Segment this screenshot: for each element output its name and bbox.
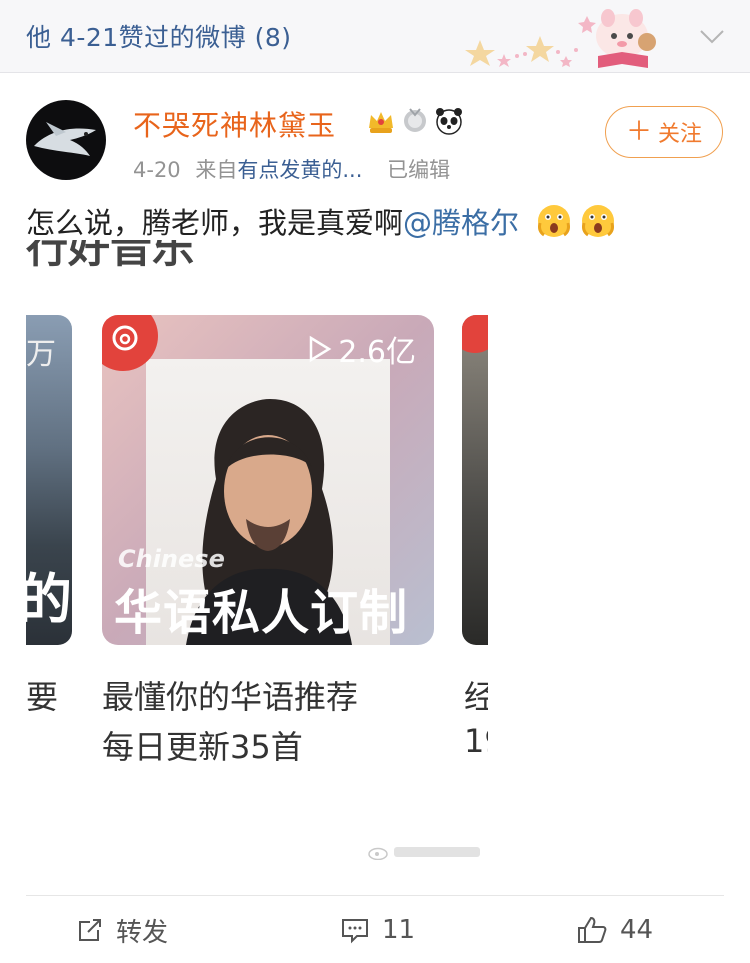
main-card-caption-line1: 最懂你的华语推荐 xyxy=(102,678,359,716)
shocked-emoji-icon xyxy=(582,205,615,237)
post-text: 怎么说，腾老师，我是真爱啊@腾格尔 xyxy=(26,200,616,242)
divider xyxy=(26,895,724,896)
watermark-blur xyxy=(394,847,480,857)
right-card-caption-line2: 19 xyxy=(464,722,488,760)
panda-badge-icon[interactable] xyxy=(434,106,464,136)
source-prefix: 来自 xyxy=(195,158,238,182)
left-card-title: 的 xyxy=(26,568,72,631)
top-bar: 他 4-21赞过的微博 (8) xyxy=(0,0,750,73)
avatar[interactable] xyxy=(26,100,106,180)
comment-icon xyxy=(342,919,368,944)
page-title[interactable]: 他 4-21赞过的微博 (8) xyxy=(26,18,292,54)
plus-icon: ＋ xyxy=(625,117,652,147)
play-icon xyxy=(310,335,332,363)
comment-count: 11 xyxy=(382,915,416,945)
playlist-card-left: 万 的 xyxy=(26,315,72,645)
thumbs-up-icon xyxy=(578,916,607,943)
like-count: 44 xyxy=(620,915,654,945)
mention-link[interactable]: @腾格尔 xyxy=(403,206,519,240)
cut-off-heading: 行好音乐 xyxy=(26,240,195,272)
chevron-down-icon[interactable] xyxy=(698,22,726,50)
cartoon-decoration-icon xyxy=(465,9,656,68)
left-card-caption: 要 xyxy=(26,678,59,716)
playlist-card-main: 2.6亿 Chinese 华语私人订制 xyxy=(102,315,434,645)
medal-badge-icon[interactable] xyxy=(400,106,430,136)
netease-music-logo-icon xyxy=(462,315,488,353)
weibo-logo-icon xyxy=(368,847,388,860)
repost-icon xyxy=(79,919,101,941)
like-button[interactable]: 44 xyxy=(576,905,653,955)
main-card-caption-line2: 每日更新35首 xyxy=(102,728,303,766)
follow-label: 关注 xyxy=(658,122,703,147)
card-english-label: Chinese xyxy=(118,545,225,573)
post-time: 4-20 xyxy=(133,158,181,182)
fish-avatar-icon xyxy=(34,122,96,156)
play-count: 2.6亿 xyxy=(308,327,416,371)
play-count-left: 万 xyxy=(26,337,56,372)
playlist-card-right xyxy=(462,315,488,645)
follow-button[interactable]: ＋ 关注 xyxy=(605,106,723,158)
crown-badge-icon[interactable] xyxy=(366,106,396,136)
user-badges xyxy=(366,104,464,138)
right-card-caption-line1: 经 xyxy=(464,678,488,716)
shocked-emoji-icon xyxy=(538,205,571,237)
source-link[interactable]: 有点发黄的... xyxy=(237,158,362,182)
post-meta: 4-20 来自有点发黄的... 已编辑 xyxy=(133,154,458,184)
comment-button[interactable]: 11 xyxy=(340,905,415,955)
edited-label[interactable]: 已编辑 xyxy=(387,158,450,182)
action-bar: 转发 11 44 xyxy=(0,905,750,955)
post-image[interactable]: 行好音乐 万 的 要 2.6亿 Chinese 华语私人订制 最懂你的华语推荐 … xyxy=(26,240,488,872)
author-name[interactable]: 不哭死神林黛玉 xyxy=(133,104,336,144)
weibo-watermark xyxy=(368,844,480,860)
play-count-text: 2.6亿 xyxy=(338,335,416,370)
repost-button[interactable]: 转发 xyxy=(76,905,168,955)
repost-label: 转发 xyxy=(116,917,169,948)
post-body: 怎么说，腾老师，我是真爱啊 xyxy=(26,206,404,240)
card-chinese-label: 华语私人订制 xyxy=(114,585,409,641)
